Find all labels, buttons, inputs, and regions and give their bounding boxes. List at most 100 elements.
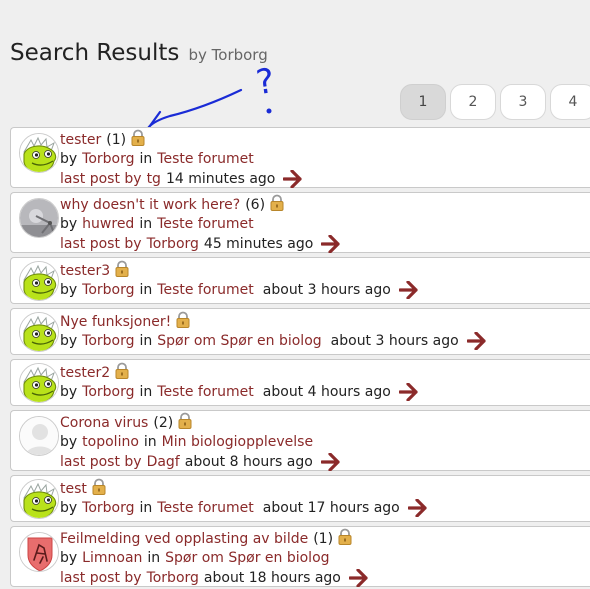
result-text: Nye funksjoner! by Torborg in Spør om Spør e…: [60, 311, 487, 351]
by-label: by: [60, 333, 78, 349]
author-link[interactable]: Torborg: [82, 384, 134, 400]
in-label: in: [139, 384, 153, 400]
avatar[interactable]: [19, 416, 59, 456]
lock-icon: [337, 528, 353, 551]
result-meta-line: by Torborg in Spør om Spør en biolog about 3…: [60, 331, 487, 351]
by-label: by: [60, 550, 78, 566]
by-label: by: [60, 151, 78, 167]
last-post-by-label: last post by: [60, 236, 142, 252]
result-title-line: tester2: [60, 362, 419, 382]
post-time: 14 minutes ago: [165, 171, 276, 187]
topic-title-link[interactable]: Corona virus: [60, 415, 148, 431]
post-time: about 4 hours ago: [262, 384, 391, 400]
avatar[interactable]: [19, 133, 59, 173]
topic-title-link[interactable]: Feilmelding ved opplasting av bilde: [60, 531, 308, 547]
go-to-last-post-arrow-icon[interactable]: [282, 169, 303, 194]
result-text: tester3 by Torborg in Teste forumet about 3 h…: [60, 260, 419, 300]
last-poster-link[interactable]: Torborg: [147, 570, 199, 586]
result-title-line: Corona virus (2): [60, 412, 341, 432]
post-time: about 3 hours ago: [330, 333, 459, 349]
post-time: about 3 hours ago: [262, 282, 391, 298]
result-meta-line: by topolino in Min biologiopplevelse: [60, 432, 341, 452]
topic-title-link[interactable]: why doesn't it work here?: [60, 197, 240, 213]
last-post-line: last post by Torborg about 18 hours ago: [60, 568, 369, 588]
reply-count: (6): [245, 197, 266, 213]
author-link[interactable]: Torborg: [82, 282, 134, 298]
go-to-last-post-arrow-icon[interactable]: [398, 382, 419, 407]
go-to-last-post-arrow-icon[interactable]: [320, 452, 341, 477]
avatar[interactable]: [19, 198, 59, 238]
in-label: in: [139, 333, 153, 349]
in-label: in: [143, 434, 157, 450]
result-item[interactable]: test by Torborg in Teste forumet about 17 hou…: [10, 475, 590, 522]
by-label: by: [60, 216, 78, 232]
result-item[interactable]: Corona virus (2) by topolino in Min biologiop…: [10, 410, 590, 472]
in-label: in: [139, 216, 153, 232]
result-meta-line: by Torborg in Teste forumet about 4 hours ag…: [60, 382, 419, 402]
forum-link[interactable]: Teste forumet: [157, 216, 254, 232]
forum-link[interactable]: Min biologiopplevelse: [162, 434, 313, 450]
topic-title-link[interactable]: Nye funksjoner!: [60, 314, 171, 330]
forum-link[interactable]: Spør om Spør en biolog: [157, 333, 321, 349]
result-text: tester2 by Torborg in Teste forumet about 4 h…: [60, 362, 419, 402]
topic-title-link[interactable]: tester2: [60, 365, 110, 381]
go-to-last-post-arrow-icon[interactable]: [466, 331, 487, 356]
go-to-last-post-arrow-icon[interactable]: [398, 280, 419, 305]
forum-link[interactable]: Teste forumet: [157, 151, 254, 167]
post-time: about 17 hours ago: [262, 500, 400, 516]
in-label: in: [139, 151, 153, 167]
result-meta-line: by huwred in Teste forumet: [60, 214, 341, 234]
forum-link[interactable]: Teste forumet: [157, 384, 254, 400]
author-link[interactable]: huwred: [82, 216, 134, 232]
avatar[interactable]: [19, 312, 59, 352]
result-meta-line: by Torborg in Teste forumet: [60, 149, 303, 169]
reply-count: (2): [153, 415, 174, 431]
result-meta-line: by Torborg in Teste forumet about 3 hours ag…: [60, 280, 419, 300]
last-post-by-label: last post by: [60, 570, 142, 586]
result-title-line: why doesn't it work here? (6): [60, 194, 341, 214]
result-text: Corona virus (2) by topolino in Min biologiop…: [60, 412, 341, 472]
last-post-line: last post by Torborg 45 minutes ago: [60, 234, 341, 254]
last-poster-link[interactable]: tg: [147, 171, 161, 187]
avatar[interactable]: [19, 532, 59, 572]
topic-title-link[interactable]: test: [60, 481, 87, 497]
by-label: by: [60, 434, 78, 450]
author-link[interactable]: topolino: [82, 434, 139, 450]
handwritten-annotation: ?: [145, 61, 277, 134]
result-text: Feilmelding ved opplasting av bilde (1) by…: [60, 528, 369, 588]
reply-count: (1): [106, 132, 127, 148]
result-text: why doesn't it work here? (6) by huwred in Te…: [60, 194, 341, 254]
author-link[interactable]: Torborg: [82, 500, 134, 516]
author-link[interactable]: Torborg: [82, 333, 134, 349]
result-item[interactable]: Feilmelding ved opplasting av bilde (1) by…: [10, 526, 590, 588]
go-to-last-post-arrow-icon[interactable]: [348, 568, 369, 589]
post-time: about 18 hours ago: [203, 570, 341, 586]
result-item[interactable]: Nye funksjoner! by Torborg in Spør om Spør e…: [10, 308, 590, 355]
topic-title-link[interactable]: tester3: [60, 263, 110, 279]
last-post-by-label: last post by: [60, 171, 142, 187]
avatar[interactable]: [19, 479, 59, 519]
result-item[interactable]: why doesn't it work here? (6) by huwred in Te…: [10, 192, 590, 254]
forum-link[interactable]: Spør om Spør en biolog: [165, 550, 329, 566]
by-label: by: [60, 384, 78, 400]
reply-count: (1): [313, 531, 334, 547]
result-title-line: Nye funksjoner!: [60, 311, 487, 331]
avatar[interactable]: [19, 363, 59, 403]
forum-link[interactable]: Teste forumet: [157, 500, 254, 516]
forum-link[interactable]: Teste forumet: [157, 282, 254, 298]
go-to-last-post-arrow-icon[interactable]: [320, 234, 341, 259]
author-link[interactable]: Torborg: [82, 151, 134, 167]
result-text: tester (1) by Torborg in Teste forumet last po…: [60, 129, 303, 189]
last-poster-link[interactable]: Dagf: [147, 454, 180, 470]
annotation-text: ?: [254, 61, 277, 103]
last-poster-link[interactable]: Torborg: [147, 236, 199, 252]
result-item[interactable]: tester2 by Torborg in Teste forumet about 4 h…: [10, 359, 590, 406]
go-to-last-post-arrow-icon[interactable]: [407, 498, 428, 523]
result-item[interactable]: tester (1) by Torborg in Teste forumet last po…: [10, 127, 590, 189]
in-label: in: [139, 282, 153, 298]
result-item[interactable]: tester3 by Torborg in Teste forumet about 3 h…: [10, 257, 590, 304]
avatar[interactable]: [19, 261, 59, 301]
in-label: in: [139, 500, 153, 516]
author-link[interactable]: Limnoan: [82, 550, 142, 566]
topic-title-link[interactable]: tester: [60, 132, 101, 148]
